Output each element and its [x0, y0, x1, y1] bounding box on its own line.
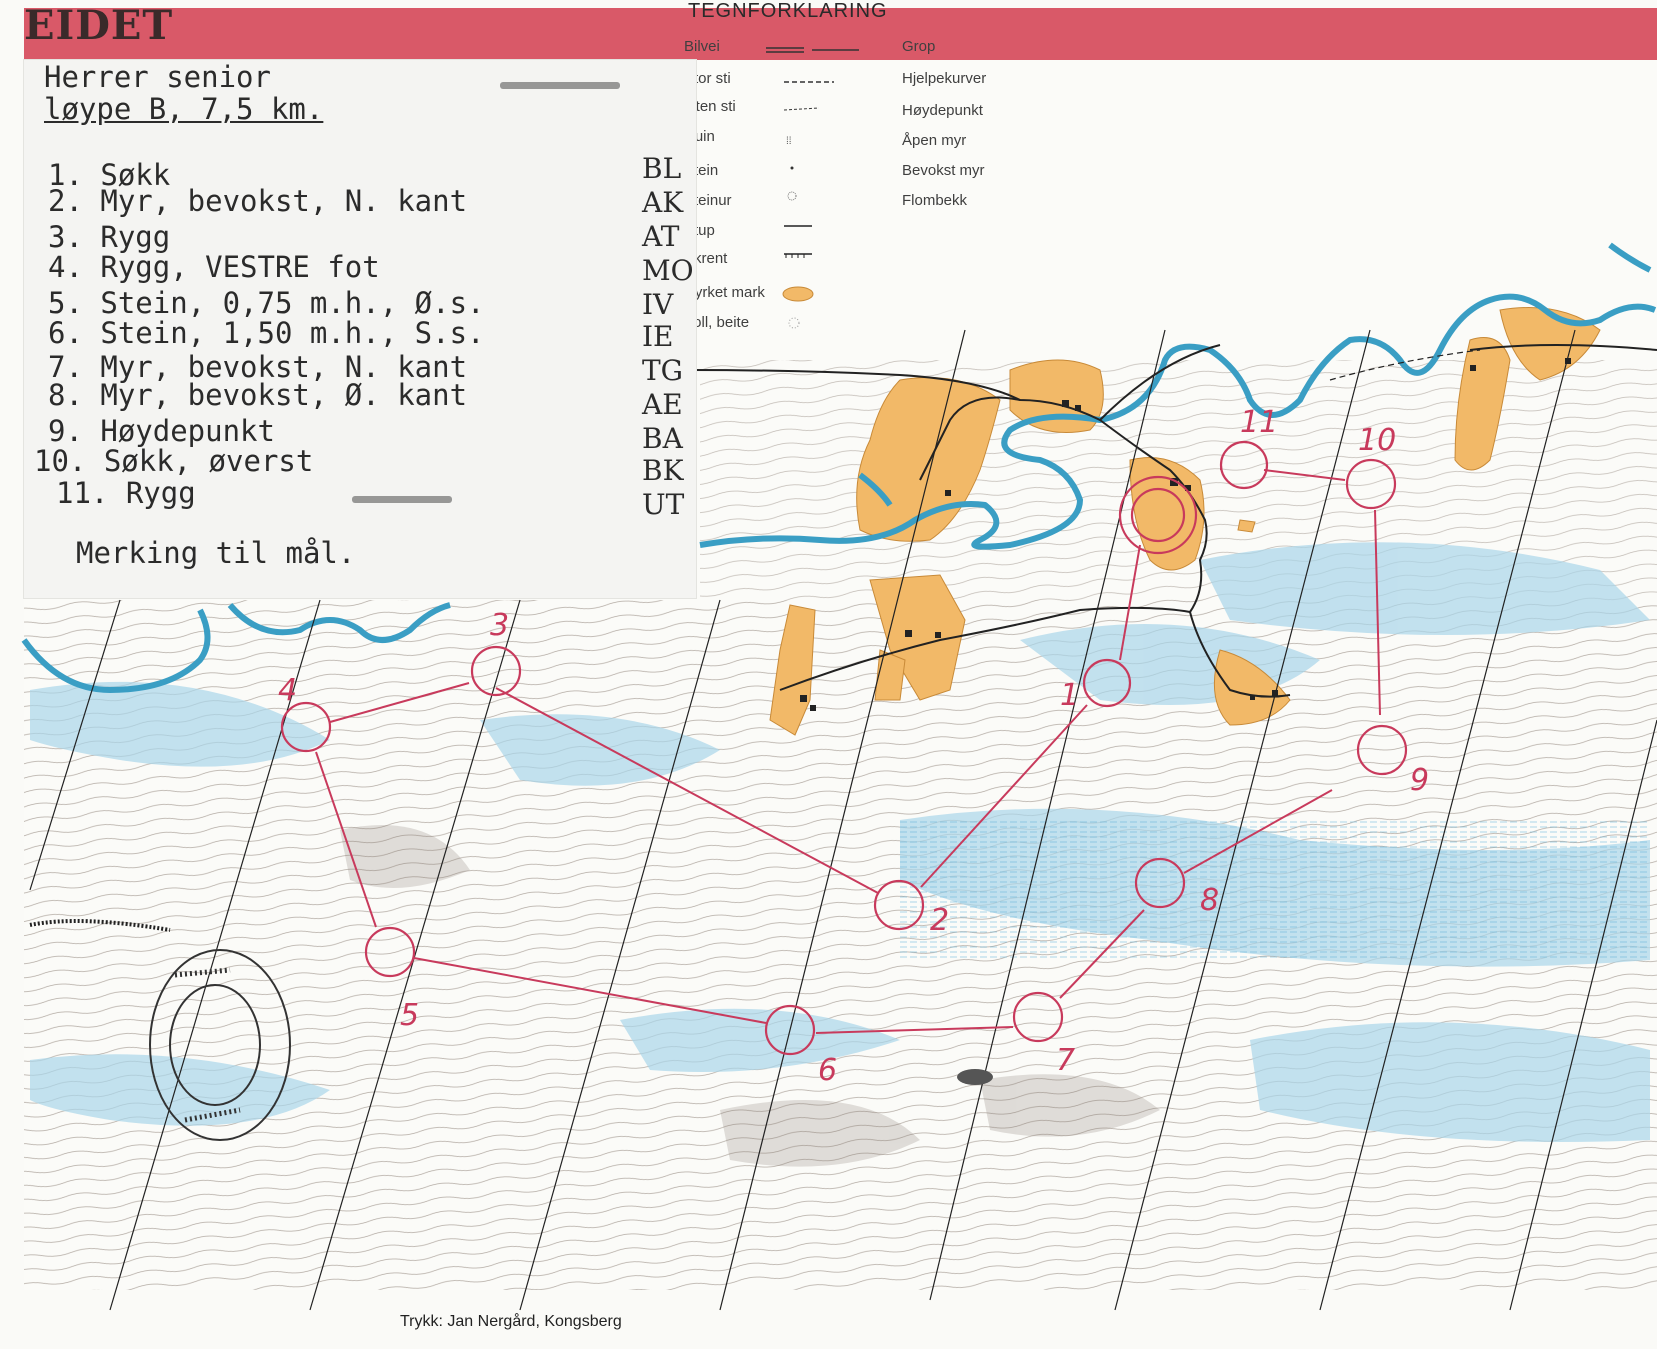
- control-label-10: 10: [1358, 423, 1396, 458]
- control-label-5: 5: [400, 998, 419, 1033]
- control-label-4: 4: [278, 673, 297, 708]
- legend-item-flombekk: Flombekk: [902, 192, 968, 209]
- ink-smudge-2: [352, 496, 452, 503]
- control-label-11: 11: [1240, 405, 1278, 440]
- ink-smudge: [500, 82, 620, 89]
- control-label-3: 3: [490, 608, 509, 643]
- legend-symbols: ⁞⁞: [766, 47, 859, 329]
- control-desc-9: 9. Høydepunkt: [48, 414, 275, 448]
- control-code-8: AE: [642, 388, 683, 421]
- map-title: EIDET: [24, 2, 174, 49]
- control-code-4: MO: [642, 254, 694, 287]
- course-name: løype B, 7,5 km.: [44, 92, 324, 126]
- control-description-card: Herrer senior løype B, 7,5 km. 1. Søkk 2…: [24, 60, 696, 598]
- legend-item-hjelpekurver: Hjelpekurver: [902, 70, 987, 87]
- legend-item-apen-myr: Åpen myr: [902, 132, 967, 149]
- control-code-7: TG: [642, 354, 684, 387]
- class-name: Herrer senior: [44, 60, 271, 94]
- control-code-3: AT: [642, 220, 680, 253]
- control-desc-3: 3. Rygg: [48, 220, 171, 254]
- legend-item-dyrket-mark: Dyrket mark: [684, 284, 765, 301]
- control-desc-5: 5. Stein, 0,75 m.h., Ø.s.: [48, 286, 485, 320]
- control-code-10: BK: [642, 454, 684, 487]
- marsh-hatching: [900, 820, 1650, 960]
- control-desc-10: 10. Søkk, øverst: [34, 444, 314, 478]
- print-credit: Trykk: Jan Nergård, Kongsberg: [400, 1313, 622, 1330]
- control-label-8: 8: [1200, 883, 1219, 918]
- control-label-2: 2: [930, 903, 949, 938]
- legend-title: TEGNFORKLARING: [688, 0, 888, 22]
- control-code-5: IV: [642, 288, 674, 321]
- legend-item-bilvei: Bilvei: [684, 38, 720, 55]
- control-code-11: UT: [642, 488, 685, 521]
- control-code-1: BL: [642, 152, 682, 185]
- control-desc-2: 2. Myr, bevokst, N. kant: [48, 184, 468, 218]
- control-code-2: AK: [642, 186, 684, 219]
- control-label-1: 1: [1060, 678, 1079, 713]
- control-code-6: IE: [642, 320, 674, 353]
- control-code-9: BA: [642, 422, 683, 455]
- control-label-7: 7: [1056, 1043, 1075, 1078]
- control-label-6: 6: [818, 1053, 837, 1088]
- control-desc-6: 6. Stein, 1,50 m.h., S.s.: [48, 316, 485, 350]
- finish-note: Merking til mål.: [76, 536, 356, 570]
- legend-item-grop: Grop: [902, 38, 936, 55]
- control-desc-4: 4. Rygg, VESTRE fot: [48, 250, 380, 284]
- svg-text:⁞⁞: ⁞⁞: [786, 136, 792, 147]
- legend-item-bevokst-myr: Bevokst myr: [902, 162, 985, 179]
- control-desc-11: 11. Rygg: [56, 476, 196, 510]
- control-desc-8: 8. Myr, bevokst, Ø. kant: [48, 378, 468, 412]
- legend-item-hoydepunkt: Høydepunkt: [902, 102, 983, 119]
- map-legend: TEGNFORKLARING Bilvei Stor sti Liten sti…: [684, 0, 1104, 340]
- control-label-9: 9: [1410, 763, 1429, 798]
